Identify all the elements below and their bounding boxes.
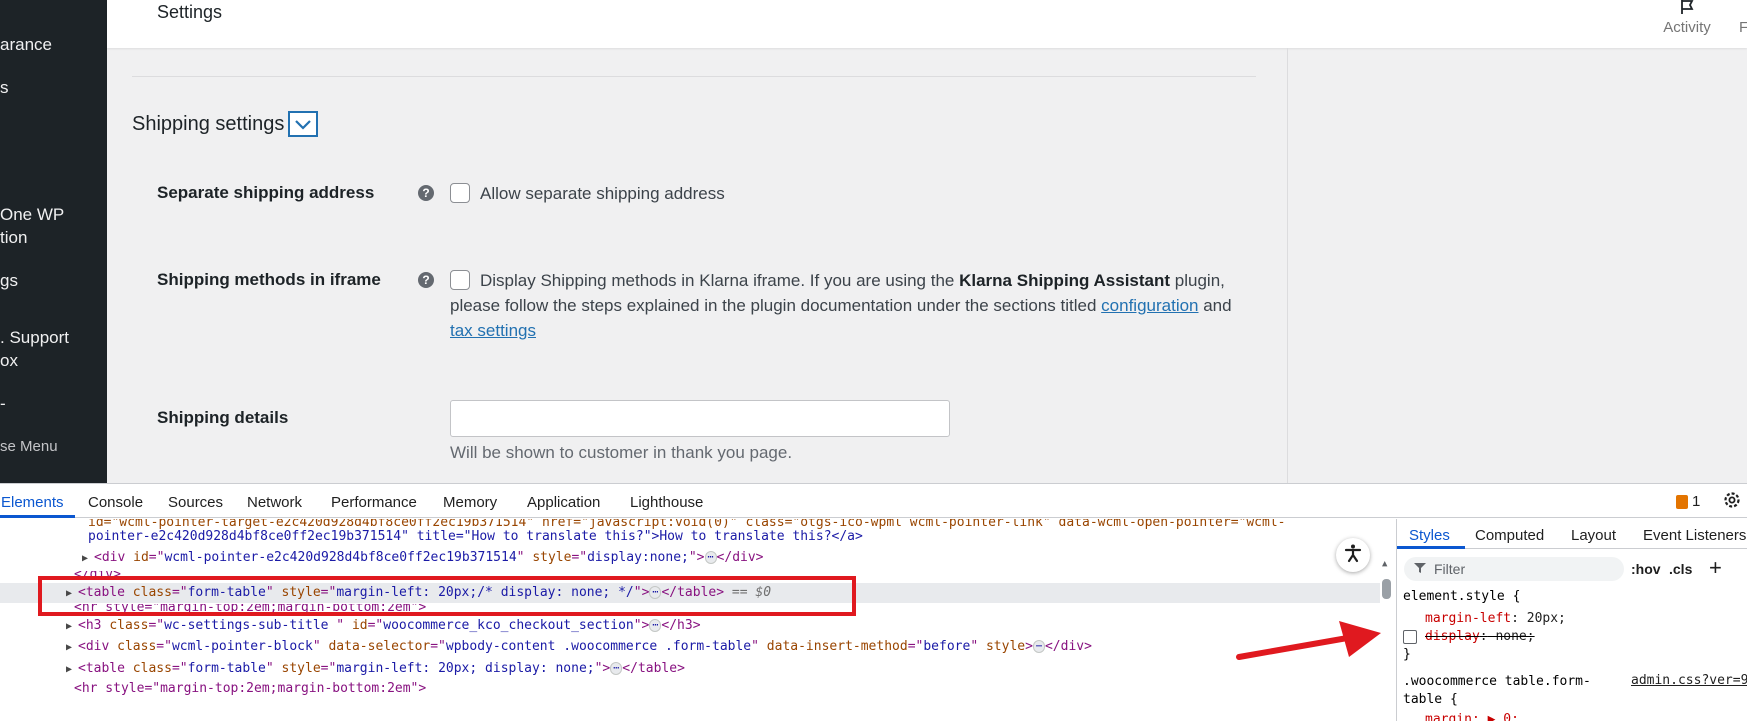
issues-counter[interactable]: 1 <box>1676 493 1700 510</box>
rule-selector: .woocommerce table.form- <box>1403 674 1591 689</box>
css-declaration-margin-left[interactable]: margin-left: 20px; <box>1425 610 1566 628</box>
section-divider <box>132 76 1256 77</box>
tab-lighthouse[interactable]: Lighthouse <box>630 494 703 511</box>
rule-selector-line2: table { <box>1403 692 1458 707</box>
ellipsis-expander[interactable]: ⋯ <box>704 551 717 564</box>
shipping-methods-iframe-label: Shipping methods in iframe <box>157 270 381 289</box>
chevron-down-icon <box>295 113 312 136</box>
shipping-details-description: Will be shown to customer in thank you p… <box>450 443 793 462</box>
flag-icon <box>1647 0 1727 18</box>
tab-layout[interactable]: Layout <box>1571 527 1616 544</box>
sidebar-item-support-line2[interactable]: ox <box>0 350 18 372</box>
sidebar-collapse-menu[interactable]: se Menu <box>0 436 58 458</box>
shipping-methods-iframe-checkbox[interactable] <box>450 270 470 290</box>
styles-sidebar: Styles Computed Layout Event Listeners F… <box>1396 519 1747 721</box>
separate-shipping-address-text: Allow separate shipping address <box>480 184 725 203</box>
gear-icon[interactable] <box>1722 490 1742 515</box>
dom-line[interactable]: ▶ <table class="form-table" style="margin… <box>66 659 685 679</box>
elements-dom-tree: id="wcml-pointer-target-e2c420d928d4bf8c… <box>0 519 1395 721</box>
active-tab-indicator <box>0 515 75 518</box>
tab-memory[interactable]: Memory <box>443 494 497 511</box>
dom-line[interactable]: ▶ <div class="wcml-pointer-block" data-se… <box>66 637 1092 657</box>
tab-application[interactable]: Application <box>527 494 600 511</box>
accessibility-icon <box>1343 543 1363 568</box>
ellipsis-expander[interactable]: ⋯ <box>649 619 662 632</box>
sidebar-item-plugins[interactable]: s <box>0 77 9 99</box>
dom-scrollbar-thumb[interactable] <box>1382 579 1391 599</box>
tab-network[interactable]: Network <box>247 494 302 511</box>
dom-line[interactable]: ▶ <div id="wcml-pointer-e2c420d928d4bf8ce… <box>82 548 764 568</box>
ellipsis-expander[interactable]: ⋯ <box>1032 640 1045 653</box>
element-style-selector: element.style { <box>1403 589 1521 604</box>
devtools-tab-bar: Elements Console Sources Network Perform… <box>0 484 1747 518</box>
sidebar-item-settings[interactable]: gs <box>0 270 18 292</box>
section-toggle-button[interactable] <box>288 111 319 137</box>
stylesheet-source-link[interactable]: admin.css?ver=9 <box>1631 673 1747 688</box>
shipping-methods-iframe-text-line3: tax settings <box>450 318 536 343</box>
shipping-details-input[interactable] <box>450 400 950 437</box>
help-icon[interactable]: ? <box>418 272 434 288</box>
annotation-arrow <box>1235 615 1385 670</box>
finish-setup-button[interactable]: Finish <box>1719 0 1747 36</box>
sidebar-item-dash[interactable]: - <box>0 393 6 415</box>
dom-line[interactable]: <hr style="margin-top:2em;margin-bottom:… <box>74 679 426 699</box>
sidebar-item-all-in-one-line2[interactable]: tion <box>0 227 27 249</box>
display-declaration-checkbox[interactable] <box>1403 630 1417 644</box>
shipping-methods-iframe-text-line1: Display Shipping methods in Klarna ifram… <box>480 271 1225 290</box>
activity-button[interactable]: Activity <box>1647 0 1727 36</box>
active-tab-indicator <box>1397 546 1465 549</box>
cls-toggle[interactable]: .cls <box>1669 561 1692 577</box>
shipping-methods-iframe-text-line2: please follow the steps explained in the… <box>450 296 1232 315</box>
tab-styles[interactable]: Styles <box>1409 527 1450 544</box>
hov-toggle[interactable]: :hov <box>1631 561 1661 577</box>
new-style-rule-button[interactable]: + <box>1709 555 1722 581</box>
dom-line[interactable]: ▶ <h3 class="wc-settings-sub-title " id="… <box>66 616 701 636</box>
tab-elements[interactable]: Elements <box>1 494 64 511</box>
tab-event-listeners[interactable]: Event Listeners <box>1643 527 1746 544</box>
page-title: Settings <box>157 2 223 22</box>
wp-admin-area: arance s One WP tion gs . Support ox - s… <box>0 0 1747 483</box>
annotation-highlight-box <box>38 576 856 616</box>
tab-computed[interactable]: Computed <box>1475 527 1544 544</box>
tab-console[interactable]: Console <box>88 494 143 511</box>
help-icon[interactable]: ? <box>418 185 434 201</box>
tab-performance[interactable]: Performance <box>331 494 417 511</box>
shipping-details-label: Shipping details <box>157 408 289 427</box>
styles-filter-input[interactable]: Filter <box>1404 557 1624 581</box>
css-declaration-display-disabled[interactable]: display: none; <box>1425 628 1535 646</box>
styles-tab-bar: Styles Computed Layout Event Listeners <box>1397 519 1747 549</box>
accessibility-button[interactable] <box>1336 538 1370 572</box>
content-right-border <box>1287 48 1288 483</box>
ellipsis-expander[interactable]: ⋯ <box>610 662 623 675</box>
sidebar-item-all-in-one-line1[interactable]: One WP <box>0 204 64 226</box>
wc-admin-header: Settings Activity Finish <box>107 0 1747 48</box>
tab-sources[interactable]: Sources <box>168 494 223 511</box>
wp-admin-sidebar: arance s One WP tion gs . Support ox - s… <box>0 0 107 483</box>
element-style-close-brace: } <box>1403 647 1411 662</box>
configuration-link[interactable]: configuration <box>1101 296 1198 315</box>
filter-icon <box>1414 561 1426 577</box>
sidebar-item-appearance[interactable]: arance <box>0 34 52 56</box>
shipping-settings-heading: Shipping settings <box>132 111 319 137</box>
separate-shipping-address-checkbox[interactable] <box>450 183 470 203</box>
progress-ring-icon <box>1719 0 1747 18</box>
issue-flag-icon <box>1676 494 1688 509</box>
scroll-up-arrow[interactable]: ▲ <box>1382 559 1387 569</box>
dom-line[interactable]: pointer-e2c420d928d4bf8ce0ff2ec19b371514… <box>88 527 863 547</box>
tax-settings-link[interactable]: tax settings <box>450 321 536 340</box>
sidebar-item-support-line1[interactable]: . Support <box>0 327 69 349</box>
separate-shipping-address-label: Separate shipping address <box>157 183 375 202</box>
